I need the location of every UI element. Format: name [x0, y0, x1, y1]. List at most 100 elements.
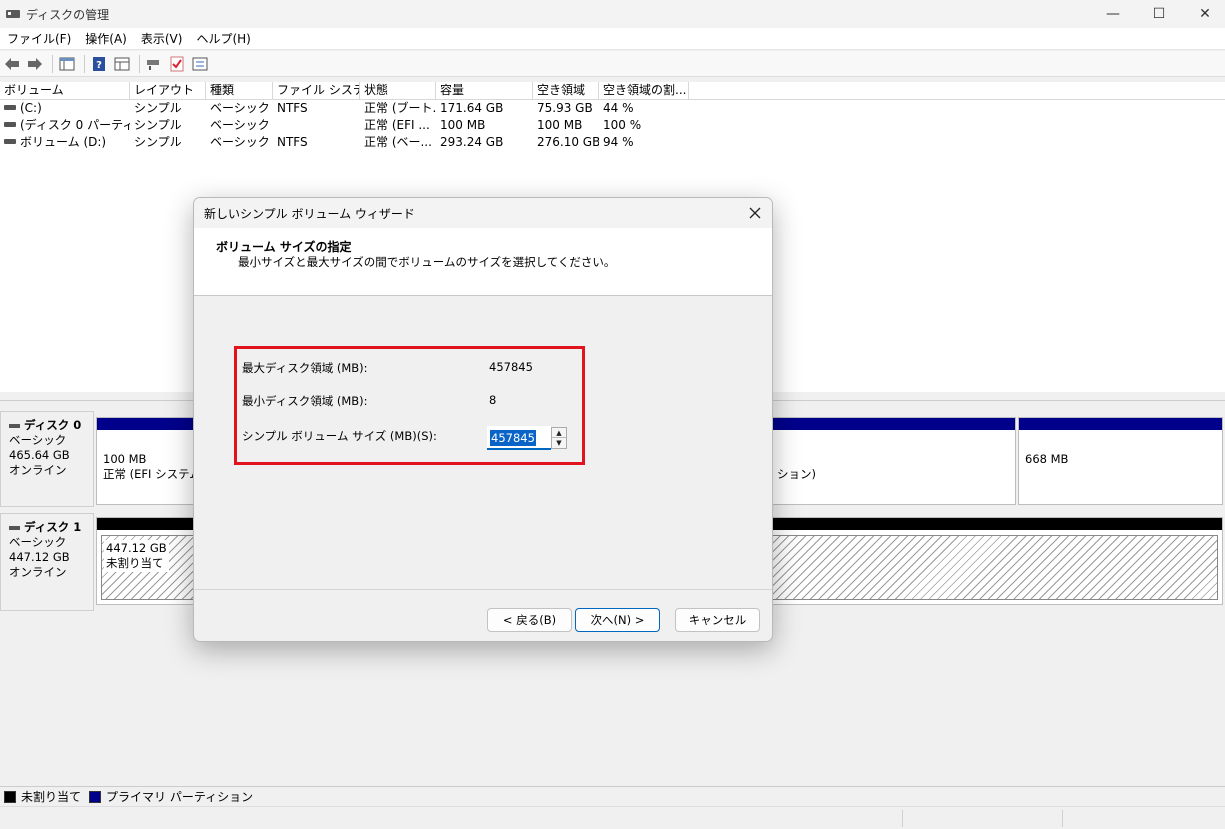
partition-size: 447.12 GB: [106, 541, 167, 555]
back-button[interactable]: < 戻る(B): [487, 608, 572, 632]
volume-layout: シンプル: [134, 135, 182, 149]
column-type[interactable]: 種類: [206, 82, 273, 99]
next-button[interactable]: 次へ(N) >: [575, 608, 660, 632]
column-volume[interactable]: ボリューム: [0, 82, 130, 99]
menu-view[interactable]: 表示(V): [134, 28, 190, 50]
title-bar: ディスクの管理 — ☐ ✕: [0, 0, 1225, 28]
dialog-header: ボリューム サイズの指定 最小サイズと最大サイズの間でボリュームのサイズを選択し…: [194, 228, 772, 296]
volume-capacity: 293.24 GB: [440, 135, 504, 149]
disk-management-icon: [6, 8, 20, 20]
disk-name: ディスク 1: [24, 520, 82, 534]
cancel-button[interactable]: キャンセル: [675, 608, 760, 632]
volume-free-space: 75.93 GB: [537, 101, 593, 115]
volume-type: ベーシック: [210, 118, 270, 132]
volume-filesystem: NTFS: [277, 101, 308, 115]
drive-icon: [4, 122, 16, 127]
legend-primary: プライマリ パーティション: [89, 788, 253, 805]
new-simple-volume-wizard: 新しいシンプル ボリューム ウィザード ボリューム サイズの指定 最小サイズと最…: [193, 197, 773, 642]
min-disk-space-value: 8: [489, 393, 497, 407]
view-icon[interactable]: [112, 54, 132, 74]
volume-status: 正常 (ブート...: [364, 101, 436, 115]
partition-efi[interactable]: 100 MB 正常 (EFI システム: [96, 417, 196, 505]
volume-name: ボリューム (D:): [20, 135, 107, 149]
toolbar-separator: [139, 54, 140, 73]
volume-free-percent: 94 %: [603, 135, 634, 149]
toolbar-separator: [52, 54, 53, 73]
disk-icon: [9, 423, 20, 428]
dialog-title-bar: 新しいシンプル ボリューム ウィザード: [194, 198, 772, 228]
partition-bar: [771, 418, 1015, 430]
disk-status: オンライン: [9, 463, 67, 477]
volume-type: ベーシック: [210, 101, 270, 115]
check-icon[interactable]: [167, 54, 187, 74]
partition-recovery[interactable]: 668 MB: [1018, 417, 1223, 505]
dialog-close-icon[interactable]: [744, 202, 766, 224]
minimize-button[interactable]: —: [1090, 0, 1136, 28]
volume-capacity: 100 MB: [440, 118, 486, 132]
column-layout[interactable]: レイアウト: [130, 82, 206, 99]
stepper-down-icon[interactable]: ▼: [552, 438, 566, 448]
forward-arrow-icon[interactable]: [25, 54, 45, 74]
dialog-heading: ボリューム サイズの指定: [216, 240, 352, 254]
volume-row[interactable]: ボリューム (D:) シンプル ベーシック NTFS 正常 (ベー... 293…: [0, 134, 1225, 151]
volume-size-label: シンプル ボリューム サイズ (MB)(S):: [242, 429, 437, 443]
drive-icon: [4, 139, 16, 144]
volume-free-space: 276.10 GB: [537, 135, 599, 149]
close-button[interactable]: ✕: [1182, 0, 1225, 28]
volume-free-percent: 100 %: [603, 118, 642, 132]
partition-bar: [1019, 418, 1222, 430]
max-disk-space-value: 457845: [489, 360, 533, 374]
legend-swatch: [89, 790, 102, 803]
disk-type: ベーシック: [9, 433, 67, 447]
window-title: ディスクの管理: [26, 7, 110, 22]
help-icon[interactable]: ?: [89, 54, 109, 74]
stepper-buttons: ▲ ▼: [551, 427, 567, 449]
disk-1-label[interactable]: ディスク 1 ベーシック 447.12 GB オンライン: [0, 513, 94, 611]
column-status[interactable]: 状態: [360, 82, 436, 99]
dialog-separator: [194, 589, 772, 590]
volume-status: 正常 (ベー...: [364, 135, 432, 149]
partition-size: 668 MB: [1025, 452, 1069, 466]
volume-layout: シンプル: [134, 101, 182, 115]
disk-0-label[interactable]: ディスク 0 ベーシック 465.64 GB オンライン: [0, 411, 94, 507]
volume-size-input[interactable]: 457845: [487, 426, 551, 450]
disk-type: ベーシック: [9, 535, 67, 549]
disk-name: ディスク 0: [24, 418, 82, 432]
disk-size: 447.12 GB: [9, 550, 70, 564]
column-free-space[interactable]: 空き領域: [533, 82, 599, 99]
toolbar-separator: [84, 54, 85, 73]
volume-row[interactable]: (C:) シンプル ベーシック NTFS 正常 (ブート... 171.64 G…: [0, 100, 1225, 117]
connect-icon[interactable]: [144, 54, 164, 74]
column-capacity[interactable]: 容量: [436, 82, 533, 99]
partition-size: 100 MB: [103, 452, 147, 466]
toolbar: ?: [0, 51, 1225, 77]
volume-size-stepper[interactable]: 457845 ▲ ▼: [487, 426, 569, 450]
dialog-title: 新しいシンプル ボリューム ウィザード: [204, 206, 415, 221]
legend-label: プライマリ パーティション: [106, 790, 254, 804]
menu-file[interactable]: ファイル(F): [0, 28, 78, 50]
status-divider: [1062, 810, 1063, 827]
properties-icon[interactable]: [57, 54, 77, 74]
column-free-percent[interactable]: 空き領域の割...: [599, 82, 689, 99]
drive-icon: [4, 105, 16, 110]
back-arrow-icon[interactable]: [2, 54, 22, 74]
volume-row[interactable]: (ディスク 0 パーティシ... シンプル ベーシック 正常 (EFI ... …: [0, 117, 1225, 134]
volume-list-header: ボリューム レイアウト 種類 ファイル システム 状態 容量 空き領域 空き領域…: [0, 82, 1225, 100]
column-filesystem[interactable]: ファイル システム: [273, 82, 360, 99]
menu-help[interactable]: ヘルプ(H): [189, 28, 257, 50]
stepper-up-icon[interactable]: ▲: [552, 428, 566, 438]
maximize-button[interactable]: ☐: [1136, 0, 1182, 28]
disk-size: 465.64 GB: [9, 448, 70, 462]
volume-type: ベーシック: [210, 135, 270, 149]
volume-filesystem: [273, 117, 360, 134]
partition-main[interactable]: ション): [770, 417, 1016, 505]
volume-free-percent: 44 %: [603, 101, 634, 115]
volume-name: (ディスク 0 パーティシ...: [20, 118, 130, 132]
volume-free-space: 100 MB: [537, 118, 583, 132]
list-icon[interactable]: [190, 54, 210, 74]
volume-status: 正常 (EFI ...: [364, 118, 430, 132]
legend: 未割り当て プライマリ パーティション: [0, 786, 1225, 806]
min-disk-space-label: 最小ディスク領域 (MB):: [242, 394, 368, 408]
menu-action[interactable]: 操作(A): [78, 28, 134, 50]
partition-status: 正常 (EFI システム: [103, 467, 195, 481]
